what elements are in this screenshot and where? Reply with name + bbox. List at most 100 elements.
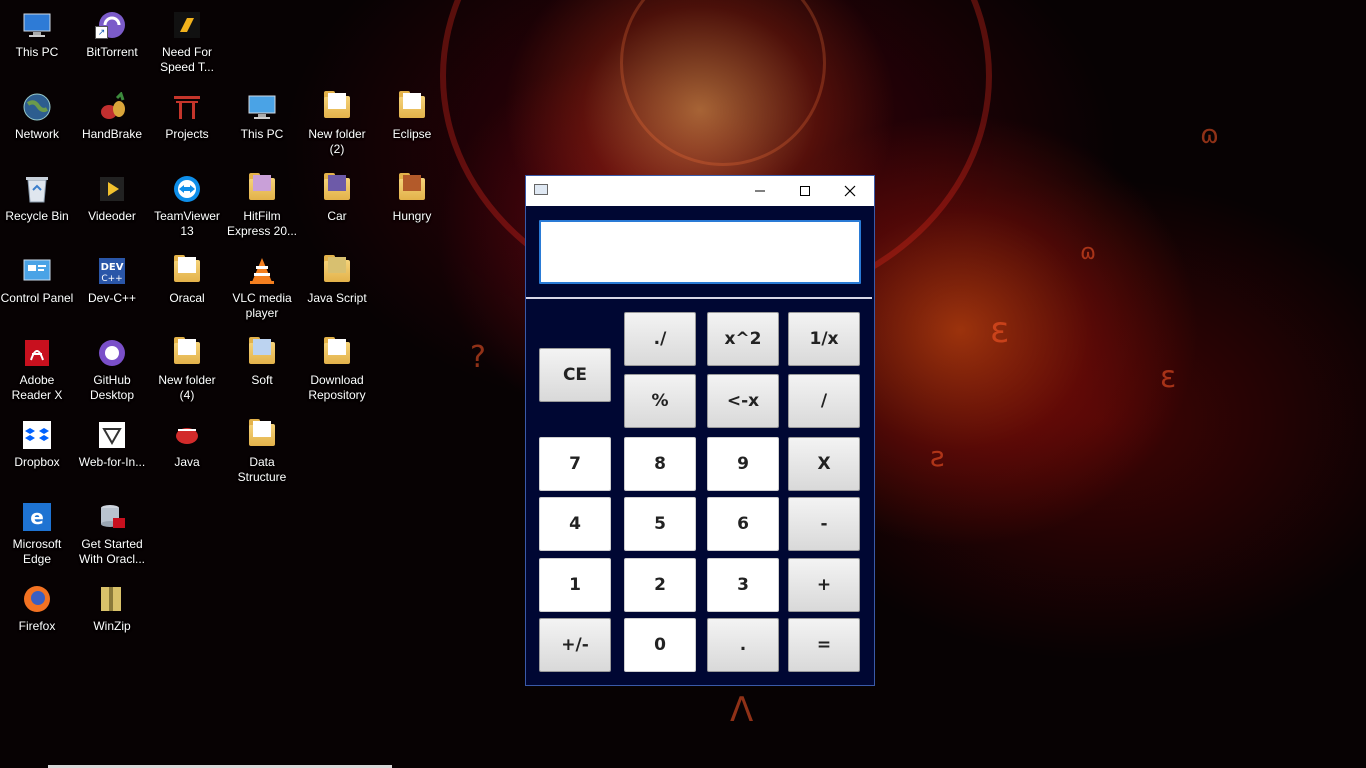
desktop-icon-car[interactable]: Car [300,168,374,246]
desktop-icon-oracle-start[interactable]: Get Started With Oracl... [75,496,149,574]
desktop-icon-label: GitHub Desktop [89,373,135,402]
folder-icon [245,418,279,452]
desktop-icon-hitfilm[interactable]: HitFilm Express 20... [225,168,299,246]
videoder-icon [95,172,129,206]
maximize-button[interactable] [782,176,827,206]
desktop-icon-handbrake[interactable]: HandBrake [75,86,149,164]
desktop-icon-vlc[interactable]: VLC media player [225,250,299,328]
digit-3-button[interactable]: 3 [707,558,779,612]
desktop-icon-github[interactable]: GitHub Desktop [75,332,149,410]
wallpaper-glyph: ɛ [1160,360,1177,395]
minimize-icon [754,190,765,192]
desktop-icon-label: HandBrake [81,127,143,141]
wallpaper-glyph: ɛ [990,310,1010,351]
wallpaper-glyph: ƨ [930,440,945,473]
monitor-icon [245,90,279,124]
desktop-icon-oracal[interactable]: Oracal [150,250,224,328]
desktop-icon-control-panel[interactable]: Control Panel [0,250,74,328]
digit-5-button[interactable]: 5 [624,497,696,551]
digit-7-button[interactable]: 7 [539,437,611,491]
bittorrent-icon: ↗ [95,8,129,42]
desktop-icon-this-pc-2[interactable]: This PC [225,86,299,164]
desktop-icon-label: Java [174,455,200,469]
vlc-icon [245,254,279,288]
folder-icon [170,336,204,370]
svg-text:C++: C++ [101,274,122,284]
digit-8-button[interactable]: 8 [624,437,696,491]
equals-button[interactable]: = [788,618,860,672]
desktop-icon-projects[interactable]: Projects [150,86,224,164]
folder-icon [320,336,354,370]
minimize-button[interactable] [737,176,782,206]
desktop-icon-this-pc[interactable]: This PC [0,4,74,82]
square-root-button[interactable]: ./ [624,312,696,366]
desktop-icon-nfs[interactable]: Need For Speed T... [150,4,224,82]
desktop-icon-hungry[interactable]: Hungry [375,168,449,246]
backspace-button[interactable]: <-x [707,374,779,428]
recycle-bin-icon [20,172,54,206]
svg-text:e: e [30,505,44,529]
desktop-icon-edge[interactable]: e Microsoft Edge [0,496,74,574]
handbrake-icon [95,90,129,124]
digit-0-button[interactable]: 0 [624,618,696,672]
desktop-icon-data-structure[interactable]: Data Structure [225,414,299,492]
dropbox-icon [20,418,54,452]
calculator-display[interactable] [539,220,861,284]
app-window-icon [534,184,548,195]
title-bar[interactable] [526,176,874,206]
folder-icon [395,172,429,206]
gate-icon [170,90,204,124]
svg-text:DEV: DEV [101,262,124,273]
desktop-icon-soft[interactable]: Soft [225,332,299,410]
desktop-icon-label: Web-for-In... [78,455,146,469]
desktop-icon-label: Adobe Reader X [11,373,63,402]
desktop-icon-firefox[interactable]: Firefox [0,578,74,656]
square-button[interactable]: x^2 [707,312,779,366]
desktop-icon-devcpp[interactable]: DEV C++ Dev-C++ [75,250,149,328]
digit-4-button[interactable]: 4 [539,497,611,551]
folder-icon [320,254,354,288]
folder-icon [245,336,279,370]
clear-entry-button[interactable]: CE [539,348,611,402]
negate-button[interactable]: +/- [539,618,611,672]
decimal-point-button[interactable]: . [707,618,779,672]
desktop-icon-label: Java Script [307,291,367,305]
reciprocal-button[interactable]: 1/x [788,312,860,366]
subtract-button[interactable]: - [788,497,860,551]
desktop-icon-download-repository[interactable]: Download Repository [300,332,374,410]
add-button[interactable]: + [788,558,860,612]
desktop-icon-label: Soft [251,373,273,387]
desktop-icon-videoder[interactable]: Videoder [75,168,149,246]
desktop-icon-label: Data Structure [237,455,287,484]
close-button[interactable] [827,176,872,206]
desktop-icon-label: Oracal [169,291,205,305]
desktop-icon-winzip[interactable]: WinZip [75,578,149,656]
desktop-icon-new-folder-4[interactable]: New folder (4) [150,332,224,410]
desktop-icon-recycle-bin[interactable]: Recycle Bin [0,168,74,246]
shortcut-arrow-icon: ↗ [95,26,108,39]
digit-1-button[interactable]: 1 [539,558,611,612]
desktop-icon-eclipse[interactable]: Eclipse [375,86,449,164]
desktop-icon-label: Get Started With Oracl... [78,537,145,566]
digit-9-button[interactable]: 9 [707,437,779,491]
desktop-icon-java-script[interactable]: Java Script [300,250,374,328]
digit-6-button[interactable]: 6 [707,497,779,551]
oracle-db-icon [95,500,129,534]
desktop-icon-network[interactable]: Network [0,86,74,164]
desktop-icon-teamviewer[interactable]: TeamViewer 13 [150,168,224,246]
multiply-button[interactable]: X [788,437,860,491]
desktop-icon-dropbox[interactable]: Dropbox [0,414,74,492]
folder-icon [245,172,279,206]
divide-button[interactable]: / [788,374,860,428]
desktop-icon-web-for-in[interactable]: Web-for-In... [75,414,149,492]
desktop-icon-new-folder-2[interactable]: New folder (2) [300,86,374,164]
percent-button[interactable]: % [624,374,696,428]
desktop-icon-label: VLC media player [232,291,292,320]
digit-2-button[interactable]: 2 [624,558,696,612]
adobe-reader-icon [20,336,54,370]
close-icon [844,185,855,197]
desktop-icon-label: Need For Speed T... [160,45,214,74]
desktop-icon-bittorrent[interactable]: ↗ BitTorrent [75,4,149,82]
desktop-icon-adobe-reader[interactable]: Adobe Reader X [0,332,74,410]
desktop-icon-java[interactable]: Java [150,414,224,492]
